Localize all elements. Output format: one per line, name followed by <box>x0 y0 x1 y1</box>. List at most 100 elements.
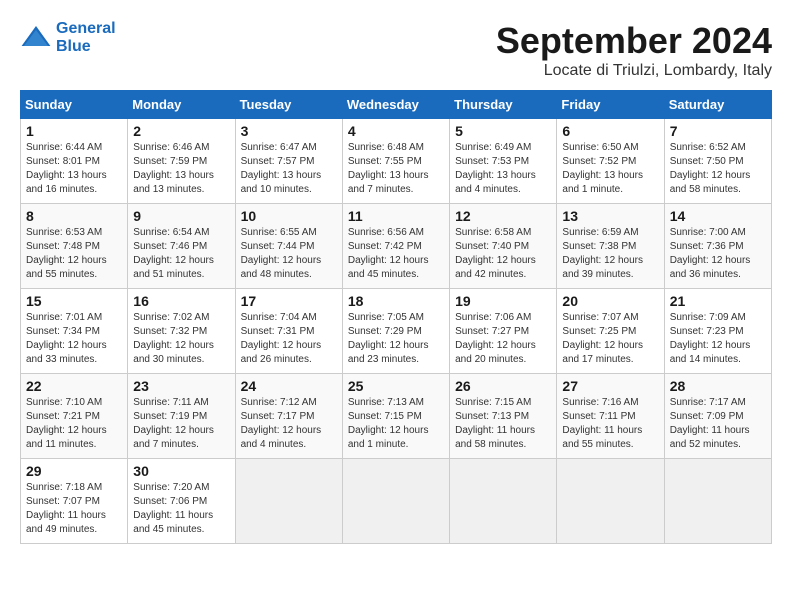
day-info: Sunrise: 6:56 AMSunset: 7:42 PMDaylight:… <box>348 226 444 282</box>
day-info: Sunrise: 7:20 AMSunset: 7:06 PMDaylight:… <box>133 481 229 537</box>
table-cell <box>450 459 557 544</box>
day-info: Sunrise: 7:01 AMSunset: 7:34 PMDaylight:… <box>26 311 122 367</box>
day-info: Sunrise: 6:47 AMSunset: 7:57 PMDaylight:… <box>241 141 337 197</box>
header-monday: Monday <box>128 91 235 119</box>
day-number: 24 <box>241 378 337 394</box>
day-info: Sunrise: 6:48 AMSunset: 7:55 PMDaylight:… <box>348 141 444 197</box>
table-cell: 17 Sunrise: 7:04 AMSunset: 7:31 PMDayligh… <box>235 289 342 374</box>
day-number: 25 <box>348 378 444 394</box>
week-row-3: 15 Sunrise: 7:01 AMSunset: 7:34 PMDayligh… <box>21 289 772 374</box>
day-info: Sunrise: 6:54 AMSunset: 7:46 PMDaylight:… <box>133 226 229 282</box>
day-number: 13 <box>562 208 658 224</box>
day-number: 30 <box>133 463 229 479</box>
day-number: 3 <box>241 123 337 139</box>
day-info: Sunrise: 6:44 AMSunset: 8:01 PMDaylight:… <box>26 141 122 197</box>
table-cell <box>342 459 449 544</box>
table-cell: 22 Sunrise: 7:10 AMSunset: 7:21 PMDayligh… <box>21 374 128 459</box>
day-info: Sunrise: 7:10 AMSunset: 7:21 PMDaylight:… <box>26 396 122 452</box>
day-info: Sunrise: 7:06 AMSunset: 7:27 PMDaylight:… <box>455 311 551 367</box>
day-number: 8 <box>26 208 122 224</box>
table-cell <box>235 459 342 544</box>
day-number: 12 <box>455 208 551 224</box>
table-cell: 25 Sunrise: 7:13 AMSunset: 7:15 PMDayligh… <box>342 374 449 459</box>
table-cell: 28Sunrise: 7:17 AMSunset: 7:09 PMDayligh… <box>664 374 771 459</box>
day-number: 11 <box>348 208 444 224</box>
header-thursday: Thursday <box>450 91 557 119</box>
day-number: 2 <box>133 123 229 139</box>
calendar-header-row: Sunday Monday Tuesday Wednesday Thursday… <box>21 91 772 119</box>
week-row-4: 22 Sunrise: 7:10 AMSunset: 7:21 PMDayligh… <box>21 374 772 459</box>
table-cell: 30 Sunrise: 7:20 AMSunset: 7:06 PMDayligh… <box>128 459 235 544</box>
day-info: Sunrise: 7:11 AMSunset: 7:19 PMDaylight:… <box>133 396 229 452</box>
logo-text: General Blue <box>56 20 116 56</box>
page-header: General Blue September 2024 Locate di Tr… <box>20 20 772 80</box>
day-number: 18 <box>348 293 444 309</box>
day-number: 21 <box>670 293 766 309</box>
day-number: 23 <box>133 378 229 394</box>
day-number: 22 <box>26 378 122 394</box>
table-cell: 15 Sunrise: 7:01 AMSunset: 7:34 PMDayligh… <box>21 289 128 374</box>
table-cell: 10Sunrise: 6:55 AMSunset: 7:44 PMDayligh… <box>235 204 342 289</box>
table-cell: 12 Sunrise: 6:58 AMSunset: 7:40 PMDayligh… <box>450 204 557 289</box>
day-info: Sunrise: 7:16 AMSunset: 7:11 PMDaylight:… <box>562 396 658 452</box>
day-info: Sunrise: 6:52 AMSunset: 7:50 PMDaylight:… <box>670 141 766 197</box>
week-row-1: 1 Sunrise: 6:44 AMSunset: 8:01 PMDaylight… <box>21 119 772 204</box>
day-info: Sunrise: 7:09 AMSunset: 7:23 PMDaylight:… <box>670 311 766 367</box>
day-info: Sunrise: 7:15 AMSunset: 7:13 PMDaylight:… <box>455 396 551 452</box>
day-number: 16 <box>133 293 229 309</box>
header-tuesday: Tuesday <box>235 91 342 119</box>
table-cell: 24 Sunrise: 7:12 AMSunset: 7:17 PMDayligh… <box>235 374 342 459</box>
day-info: Sunrise: 7:04 AMSunset: 7:31 PMDaylight:… <box>241 311 337 367</box>
day-number: 10 <box>241 208 337 224</box>
day-info: Sunrise: 6:49 AMSunset: 7:53 PMDaylight:… <box>455 141 551 197</box>
location-title: Locate di Triulzi, Lombardy, Italy <box>496 62 772 80</box>
day-info: Sunrise: 7:13 AMSunset: 7:15 PMDaylight:… <box>348 396 444 452</box>
title-section: September 2024 Locate di Triulzi, Lombar… <box>496 20 772 80</box>
day-info: Sunrise: 7:12 AMSunset: 7:17 PMDaylight:… <box>241 396 337 452</box>
day-info: Sunrise: 7:18 AMSunset: 7:07 PMDaylight:… <box>26 481 122 537</box>
table-cell: 8 Sunrise: 6:53 AMSunset: 7:48 PMDaylight… <box>21 204 128 289</box>
day-number: 19 <box>455 293 551 309</box>
header-wednesday: Wednesday <box>342 91 449 119</box>
table-cell <box>557 459 664 544</box>
day-info: Sunrise: 7:05 AMSunset: 7:29 PMDaylight:… <box>348 311 444 367</box>
table-cell: 14 Sunrise: 7:00 AMSunset: 7:36 PMDayligh… <box>664 204 771 289</box>
table-cell: 19 Sunrise: 7:06 AMSunset: 7:27 PMDayligh… <box>450 289 557 374</box>
day-info: Sunrise: 6:59 AMSunset: 7:38 PMDaylight:… <box>562 226 658 282</box>
table-cell: 29 Sunrise: 7:18 AMSunset: 7:07 PMDayligh… <box>21 459 128 544</box>
day-info: Sunrise: 6:58 AMSunset: 7:40 PMDaylight:… <box>455 226 551 282</box>
day-number: 9 <box>133 208 229 224</box>
day-number: 4 <box>348 123 444 139</box>
table-cell: 11 Sunrise: 6:56 AMSunset: 7:42 PMDayligh… <box>342 204 449 289</box>
day-info: Sunrise: 7:02 AMSunset: 7:32 PMDaylight:… <box>133 311 229 367</box>
day-info: Sunrise: 7:00 AMSunset: 7:36 PMDaylight:… <box>670 226 766 282</box>
day-number: 27 <box>562 378 658 394</box>
week-row-2: 8 Sunrise: 6:53 AMSunset: 7:48 PMDaylight… <box>21 204 772 289</box>
day-info: Sunrise: 6:53 AMSunset: 7:48 PMDaylight:… <box>26 226 122 282</box>
table-cell: 4 Sunrise: 6:48 AMSunset: 7:55 PMDaylight… <box>342 119 449 204</box>
table-cell: 27 Sunrise: 7:16 AMSunset: 7:11 PMDayligh… <box>557 374 664 459</box>
logo-icon <box>20 22 52 54</box>
table-cell: 6Sunrise: 6:50 AMSunset: 7:52 PMDaylight… <box>557 119 664 204</box>
month-title: September 2024 <box>496 20 772 62</box>
table-cell: 21 Sunrise: 7:09 AMSunset: 7:23 PMDayligh… <box>664 289 771 374</box>
table-cell: 13 Sunrise: 6:59 AMSunset: 7:38 PMDayligh… <box>557 204 664 289</box>
day-number: 17 <box>241 293 337 309</box>
table-cell: 20Sunrise: 7:07 AMSunset: 7:25 PMDayligh… <box>557 289 664 374</box>
table-cell: 5Sunrise: 6:49 AMSunset: 7:53 PMDaylight… <box>450 119 557 204</box>
table-cell: 3 Sunrise: 6:47 AMSunset: 7:57 PMDaylight… <box>235 119 342 204</box>
day-number: 26 <box>455 378 551 394</box>
day-number: 20 <box>562 293 658 309</box>
day-number: 28 <box>670 378 766 394</box>
table-cell: 2 Sunrise: 6:46 AMSunset: 7:59 PMDaylight… <box>128 119 235 204</box>
day-number: 1 <box>26 123 122 139</box>
day-number: 15 <box>26 293 122 309</box>
table-cell: 7Sunrise: 6:52 AMSunset: 7:50 PMDaylight… <box>664 119 771 204</box>
table-cell <box>664 459 771 544</box>
day-info: Sunrise: 6:46 AMSunset: 7:59 PMDaylight:… <box>133 141 229 197</box>
day-number: 14 <box>670 208 766 224</box>
day-number: 29 <box>26 463 122 479</box>
week-row-5: 29 Sunrise: 7:18 AMSunset: 7:07 PMDayligh… <box>21 459 772 544</box>
header-saturday: Saturday <box>664 91 771 119</box>
table-cell: 16 Sunrise: 7:02 AMSunset: 7:32 PMDayligh… <box>128 289 235 374</box>
